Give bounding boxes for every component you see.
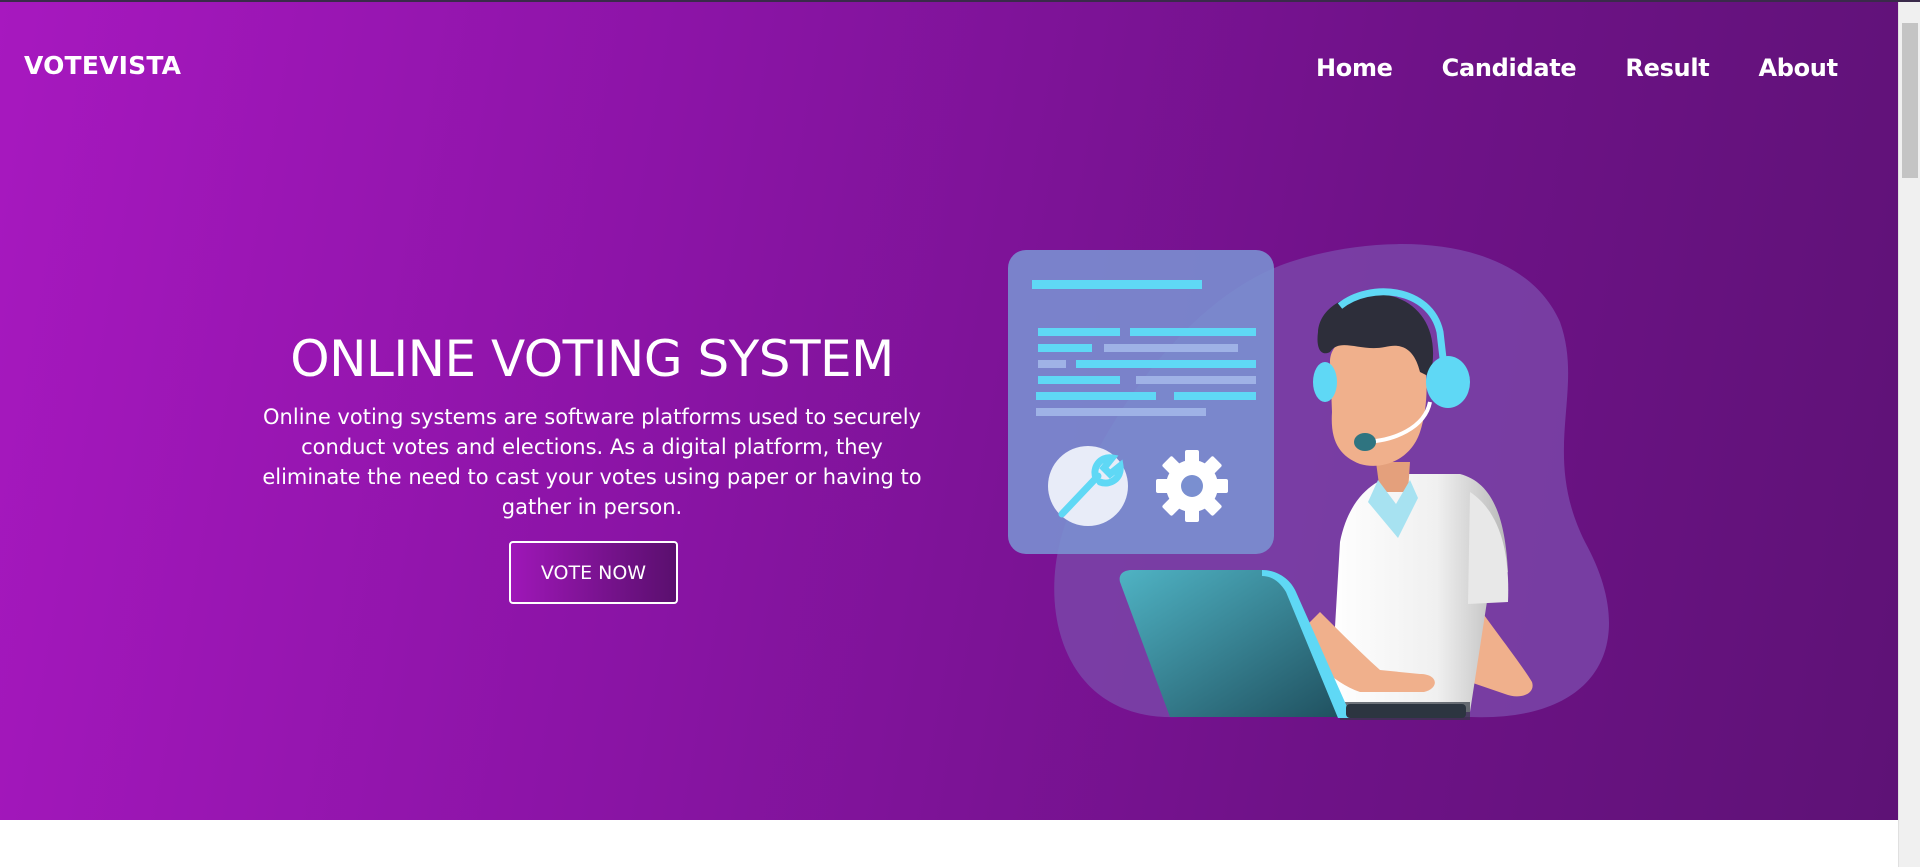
gear-icon xyxy=(1156,450,1228,522)
headset-icon xyxy=(1426,356,1470,408)
wrench-icon xyxy=(1048,446,1128,526)
nav-home[interactable]: Home xyxy=(1316,54,1393,82)
nav-candidate[interactable]: Candidate xyxy=(1442,54,1577,82)
vote-now-button[interactable]: VOTE NOW xyxy=(509,541,678,604)
document-card xyxy=(1008,250,1274,554)
scrollbar-thumb[interactable] xyxy=(1902,23,1918,178)
hero-description: Online voting systems are software platf… xyxy=(262,405,922,519)
brand-logo[interactable]: VOTEVISTA xyxy=(24,51,181,80)
support-agent-illustration xyxy=(1008,244,1610,720)
nav-about[interactable]: About xyxy=(1758,54,1838,82)
vertical-scrollbar[interactable] xyxy=(1898,2,1920,867)
nav-result[interactable]: Result xyxy=(1625,54,1709,82)
hero-title: ONLINE VOTING SYSTEM xyxy=(290,330,894,388)
hero-section: VOTEVISTA Home Candidate Result About ON… xyxy=(0,2,1898,820)
main-nav: Home Candidate Result About xyxy=(1316,54,1838,82)
